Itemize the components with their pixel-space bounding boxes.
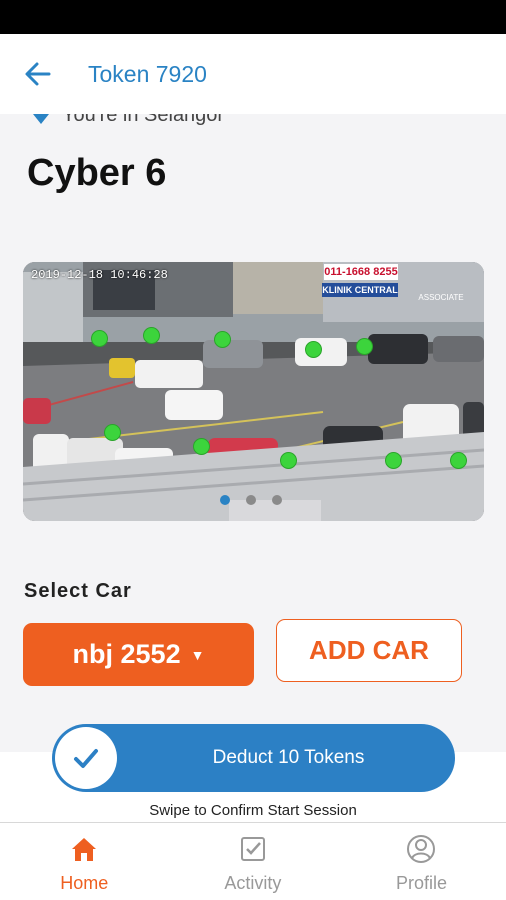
pager-dot[interactable] (246, 495, 256, 505)
image-pager (220, 495, 282, 505)
free-slot-marker[interactable] (280, 452, 297, 469)
checkbox-icon (239, 833, 267, 865)
nav-home-label: Home (60, 873, 109, 893)
pager-dot[interactable] (272, 495, 282, 505)
free-slot-marker[interactable] (305, 341, 322, 358)
caret-down-icon: ▼ (190, 646, 205, 663)
free-slot-marker[interactable] (104, 424, 121, 441)
swipe-handle[interactable] (55, 727, 117, 789)
arrow-left-icon (25, 62, 51, 86)
nav-activity-label: Activity (224, 873, 282, 893)
car-select-dropdown[interactable]: nbj 2552 ▼ (23, 623, 254, 686)
swipe-label: Deduct 10 Tokens (212, 747, 365, 768)
page-title: Token 7920 (88, 60, 207, 87)
add-car-label: ADD CAR (309, 635, 429, 665)
nav-home[interactable]: Home (0, 823, 169, 900)
nav-profile[interactable]: Profile (337, 823, 506, 900)
free-slot-marker[interactable] (91, 330, 108, 347)
pager-dot[interactable] (220, 495, 230, 505)
check-icon (74, 749, 98, 768)
free-slot-marker[interactable] (385, 452, 402, 469)
home-icon (70, 833, 98, 865)
free-slot-marker[interactable] (193, 438, 210, 455)
add-car-button[interactable]: ADD CAR (276, 619, 462, 682)
location-name: Cyber 6 (27, 152, 167, 194)
selected-car-plate: nbj 2552 (72, 639, 181, 669)
free-slot-marker[interactable] (143, 327, 160, 344)
nav-profile-label: Profile (395, 873, 447, 893)
free-slot-marker[interactable] (214, 331, 231, 348)
shop-sign-phone: 011-1668 8255 (324, 264, 398, 280)
swipe-confirm-slider[interactable]: Deduct 10 Tokens (52, 724, 455, 792)
user-icon (406, 833, 436, 865)
free-slot-marker[interactable] (356, 338, 373, 355)
shop-sign-name: KLINIK CENTRAL (322, 283, 398, 297)
nav-activity[interactable]: Activity (169, 823, 338, 900)
camera-timestamp: 2019-12-18 10:46:28 (31, 268, 168, 282)
status-bar (0, 0, 506, 34)
select-car-label: Select Car (24, 580, 132, 602)
app-bar: Token 7920 (0, 34, 506, 114)
free-slot-marker[interactable] (450, 452, 467, 469)
bottom-nav: Home Activity Profile (0, 822, 506, 900)
swipe-hint: Swipe to Confirm Start Session (149, 802, 357, 819)
back-button[interactable] (0, 34, 76, 114)
shop-sign-secondary: ASSOCIATE (418, 293, 464, 302)
